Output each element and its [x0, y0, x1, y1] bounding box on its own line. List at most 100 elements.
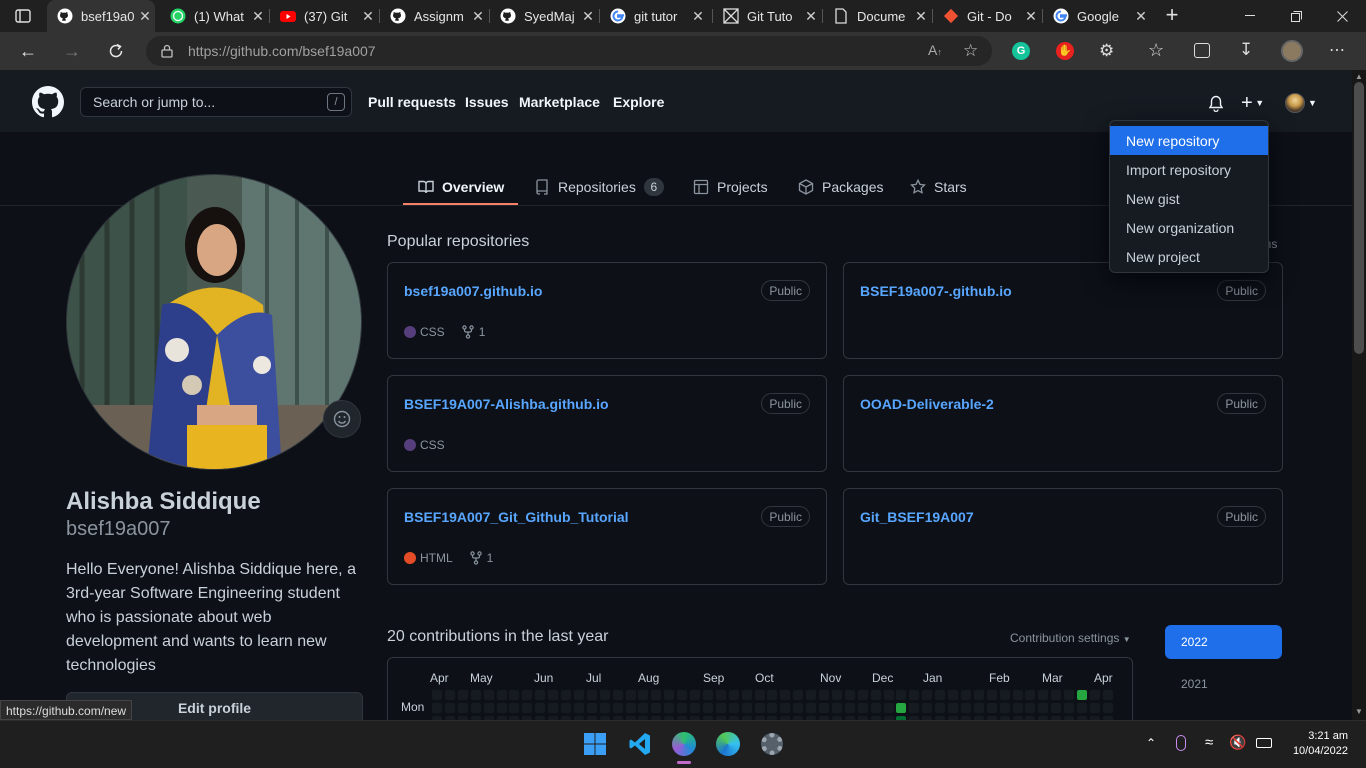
- vscode-icon[interactable]: [625, 729, 655, 759]
- contribution-day-cell[interactable]: [856, 702, 869, 714]
- contribution-day-cell[interactable]: [611, 689, 624, 701]
- contribution-day-cell[interactable]: [792, 689, 805, 701]
- contribution-day-cell[interactable]: [547, 689, 560, 701]
- contribution-day-cell[interactable]: [1063, 702, 1076, 714]
- contribution-day-cell[interactable]: [908, 702, 921, 714]
- nav-explore[interactable]: Explore: [613, 94, 664, 110]
- contribution-day-cell[interactable]: [572, 689, 585, 701]
- forward-arrow-icon[interactable]: →: [55, 32, 89, 70]
- show-hidden-icons-chevron-icon[interactable]: ⌃: [1146, 736, 1156, 750]
- contribution-day-cell[interactable]: [998, 702, 1011, 714]
- set-status-smiley-icon[interactable]: [323, 400, 361, 438]
- contribution-day-cell[interactable]: [1076, 689, 1088, 701]
- contribution-day-cell[interactable]: [611, 702, 624, 714]
- contribution-day-cell[interactable]: [1037, 702, 1050, 714]
- contribution-day-cell[interactable]: [1050, 702, 1063, 714]
- contribution-day-cell[interactable]: [753, 689, 766, 701]
- search-input[interactable]: Search or jump to... /: [80, 87, 352, 117]
- adblock-extension-icon[interactable]: ✋: [1056, 42, 1074, 60]
- bell-icon[interactable]: [1208, 95, 1224, 117]
- contribution-day-cell[interactable]: [972, 702, 985, 714]
- contribution-day-cell[interactable]: [1063, 689, 1076, 701]
- repo-forks-link[interactable]: 1: [469, 551, 493, 565]
- contribution-day-cell[interactable]: [456, 689, 469, 701]
- repo-name-link[interactable]: BSEF19A007-Alishba.github.io: [404, 396, 609, 412]
- contribution-day-cell[interactable]: [456, 702, 469, 714]
- contribution-day-cell[interactable]: [895, 689, 908, 701]
- scroll-up-arrow-icon[interactable]: ▲: [1355, 72, 1363, 81]
- contribution-day-cell[interactable]: [650, 689, 663, 701]
- profile-avatar-icon[interactable]: [1281, 40, 1303, 62]
- volume-muted-icon[interactable]: 🔇: [1229, 734, 1246, 751]
- contribution-day-cell[interactable]: [805, 702, 818, 714]
- contribution-day-cell[interactable]: [663, 689, 676, 701]
- settings-gear-icon[interactable]: [757, 729, 787, 759]
- collections-icon[interactable]: [1194, 43, 1210, 58]
- browser-tab[interactable]: bsef19a0 ✕: [47, 0, 155, 32]
- profile-avatar[interactable]: [66, 174, 362, 470]
- contribution-day-cell[interactable]: [585, 702, 598, 714]
- contribution-day-cell[interactable]: [495, 702, 508, 714]
- menu-item-import-repository[interactable]: Import repository: [1110, 155, 1268, 184]
- contribution-day-cell[interactable]: [650, 702, 663, 714]
- year-button-2022[interactable]: 2022: [1165, 625, 1282, 659]
- contribution-day-cell[interactable]: [508, 702, 521, 714]
- contribution-day-cell[interactable]: [830, 702, 843, 714]
- contribution-day-cell[interactable]: [624, 702, 637, 714]
- contribution-day-cell[interactable]: [560, 689, 572, 701]
- contribution-day-cell[interactable]: [792, 702, 805, 714]
- close-tab-icon[interactable]: ✕: [578, 8, 598, 25]
- contribution-day-cell[interactable]: [1024, 689, 1037, 701]
- contribution-day-cell[interactable]: [985, 689, 998, 701]
- contribution-day-cell[interactable]: [869, 689, 882, 701]
- taskbar-clock[interactable]: 3:21 am 10/04/2022: [1282, 729, 1348, 759]
- restore-button[interactable]: [1284, 6, 1308, 26]
- contribution-day-cell[interactable]: [547, 702, 560, 714]
- contribution-day-cell[interactable]: [482, 702, 495, 714]
- browser-tab[interactable]: (37) Git ✕: [270, 0, 378, 32]
- contribution-day-cell[interactable]: [934, 702, 947, 714]
- favorite-star-icon[interactable]: ☆: [963, 41, 978, 61]
- contribution-day-cell[interactable]: [947, 702, 959, 714]
- contribution-day-cell[interactable]: [843, 702, 856, 714]
- contribution-settings-dropdown[interactable]: Contribution settings ▼: [1010, 631, 1131, 645]
- menu-item-new-gist[interactable]: New gist: [1110, 184, 1268, 213]
- close-tab-icon[interactable]: ✕: [911, 8, 931, 25]
- contribution-day-cell[interactable]: [443, 689, 456, 701]
- contribution-day-cell[interactable]: [998, 689, 1011, 701]
- refresh-icon[interactable]: [99, 32, 133, 70]
- microphone-icon[interactable]: [1176, 735, 1186, 751]
- menu-item-new-repository[interactable]: New repository: [1110, 126, 1268, 155]
- close-tab-icon[interactable]: ✕: [688, 8, 708, 25]
- contribution-day-cell[interactable]: [676, 689, 689, 701]
- close-tab-icon[interactable]: ✕: [801, 8, 821, 25]
- browser-tab[interactable]: Google ✕: [1043, 0, 1151, 32]
- contribution-day-cell[interactable]: [689, 689, 701, 701]
- repo-name-link[interactable]: Git_BSEF19A007: [860, 509, 974, 525]
- repo-name-link[interactable]: BSEF19A007_Git_Github_Tutorial: [404, 509, 629, 525]
- scroll-down-arrow-icon[interactable]: ▼: [1355, 707, 1363, 716]
- contribution-day-cell[interactable]: [560, 702, 572, 714]
- battery-icon[interactable]: [1256, 738, 1272, 748]
- contribution-day-cell[interactable]: [921, 702, 934, 714]
- url-bar[interactable]: https://github.com/bsef19a007: [146, 36, 992, 66]
- tab-overview[interactable]: Overview: [418, 168, 504, 206]
- back-arrow-icon[interactable]: ←: [11, 32, 45, 70]
- contribution-day-cell[interactable]: [766, 689, 779, 701]
- github-logo-icon[interactable]: [32, 86, 64, 123]
- browser-tab[interactable]: Git - Do ✕: [933, 0, 1041, 32]
- nav-marketplace[interactable]: Marketplace: [519, 94, 600, 110]
- contribution-day-cell[interactable]: [663, 702, 676, 714]
- browser-tab[interactable]: Assignm ✕: [380, 0, 488, 32]
- browser-tab[interactable]: Git Tuto ✕: [713, 0, 821, 32]
- contribution-day-cell[interactable]: [714, 702, 727, 714]
- windows-start-icon[interactable]: [580, 729, 610, 759]
- contribution-day-cell[interactable]: [908, 689, 921, 701]
- contribution-day-cell[interactable]: [1024, 702, 1037, 714]
- wifi-icon[interactable]: ≈: [1205, 734, 1213, 751]
- contribution-day-cell[interactable]: [714, 689, 727, 701]
- contribution-day-cell[interactable]: [431, 689, 443, 701]
- contribution-day-cell[interactable]: [727, 702, 740, 714]
- contribution-day-cell[interactable]: [469, 689, 482, 701]
- contribution-day-cell[interactable]: [1037, 689, 1050, 701]
